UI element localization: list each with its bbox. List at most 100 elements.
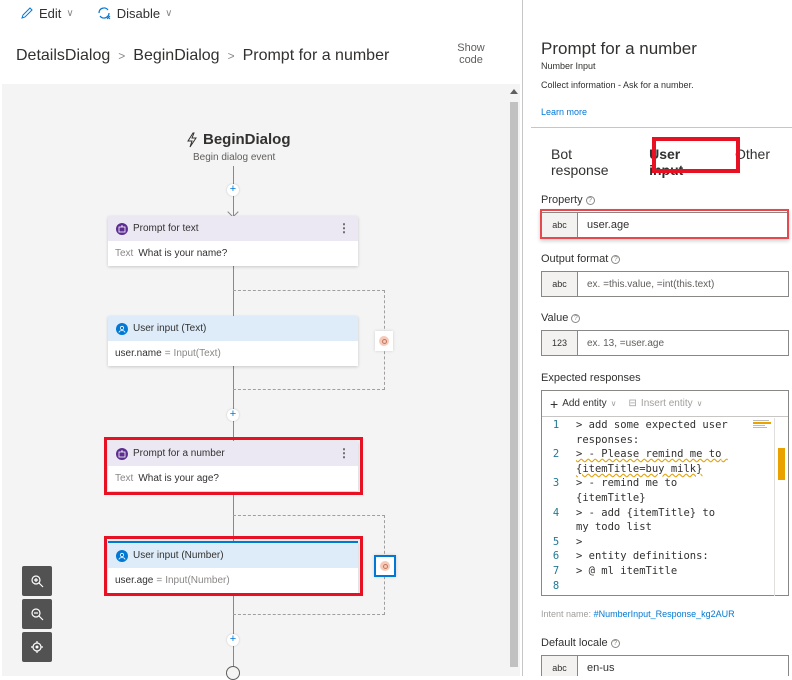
default-locale-label-text: Default locale <box>541 637 608 649</box>
code-line: 1 > add some expected user responses: <box>542 418 772 447</box>
property-panel: Prompt for a number Number Input Collect… <box>523 0 792 676</box>
scrollbar-thumb[interactable] <box>778 448 785 480</box>
value-placeholder[interactable]: ex. 13, =user.age <box>578 331 788 355</box>
disable-label: Disable <box>116 5 161 21</box>
error-icon <box>379 336 389 346</box>
trigger-title[interactable]: BeginDialog <box>185 131 291 148</box>
node-title: Prompt for text <box>133 223 199 234</box>
node-body-value: What is your name? <box>138 248 228 259</box>
breadcrumb-separator: > <box>227 49 235 63</box>
disable-button[interactable]: Disable ∨ <box>96 5 173 21</box>
add-node-button[interactable]: + <box>227 634 239 646</box>
node-header: User input (Text) <box>108 316 358 341</box>
expected-responses-editor[interactable]: + Add entity ∨ ⊟ Insert entity ∨ 1 > add … <box>541 390 789 596</box>
code-line: 5 > <box>542 535 772 550</box>
bot-icon <box>116 222 128 235</box>
highlight-box <box>652 137 740 173</box>
tab-other[interactable]: Other <box>735 146 770 178</box>
line-number: 6 <box>552 550 560 563</box>
output-format-label-text: Output format <box>541 253 609 265</box>
toolbar: Edit ∨ Disable ∨ <box>0 0 522 26</box>
value-label-text: Value <box>541 312 569 324</box>
lightning-icon <box>187 132 197 147</box>
highlight-box <box>104 536 363 596</box>
disable-icon <box>98 7 111 20</box>
breadcrumb-item[interactable]: DetailsDialog <box>16 47 110 65</box>
scroll-up-arrow-icon[interactable] <box>510 89 518 94</box>
property-label-text: Property <box>541 194 583 206</box>
add-node-button[interactable]: + <box>227 409 239 421</box>
line-number: 4 <box>552 506 560 519</box>
node-header: Prompt for text ⋮ <box>108 216 358 241</box>
value-input[interactable]: 123 ex. 13, =user.age <box>541 330 789 356</box>
intent-link[interactable]: #NumberInput_Response_kg2AUR <box>594 609 735 619</box>
error-indicator[interactable] <box>374 555 396 577</box>
intent-name: Intent name: #NumberInput_Response_kg2AU… <box>541 609 735 619</box>
node-title: User input (Text) <box>133 323 207 334</box>
pencil-icon <box>21 7 33 19</box>
line-text: > add some expected user responses: <box>576 419 735 446</box>
line-number: 3 <box>552 477 560 490</box>
plus-icon: + <box>550 395 559 412</box>
insert-entity-button[interactable]: ⊟ Insert entity ∨ <box>629 398 703 409</box>
scrollbar-thumb[interactable] <box>510 102 518 667</box>
learn-more-link[interactable]: Learn more <box>541 107 587 117</box>
edit-button[interactable]: Edit ∨ <box>20 6 74 21</box>
breadcrumb: DetailsDialog > BeginDialog > Prompt for… <box>0 30 522 82</box>
line-text: > @ ml itemTitle <box>576 564 678 577</box>
trigger-subtitle: Begin dialog event <box>193 152 276 163</box>
chevron-down-icon: ∨ <box>165 7 173 19</box>
code-line: 8 <box>542 579 772 594</box>
help-icon[interactable]: ? <box>571 313 581 323</box>
default-locale-input[interactable]: abc en-us <box>541 655 789 676</box>
tab-bot-response[interactable]: Bot response <box>551 146 627 178</box>
code-line: 6 > entity definitions: <box>542 549 772 564</box>
add-entity-button[interactable]: + Add entity ∨ <box>550 396 617 412</box>
node-body: user.name = Input(Text) <box>108 341 358 366</box>
highlight-box <box>540 209 789 239</box>
breadcrumb-item[interactable]: Prompt for a number <box>243 47 390 65</box>
add-node-button[interactable]: + <box>227 184 239 196</box>
editor-scrollbar[interactable] <box>774 418 788 596</box>
zoom-in-icon <box>31 575 44 588</box>
show-code-line1: Show <box>457 42 485 54</box>
default-locale-label: Default locale ? <box>541 637 620 649</box>
line-text: > - remind me to {itemTitle} <box>576 477 684 504</box>
panel-title: Prompt for a number <box>541 39 697 58</box>
code-area[interactable]: 1 > add some expected user responses: 2 > … <box>542 418 772 593</box>
line-text: > entity definitions: <box>576 550 709 563</box>
user-icon <box>116 322 128 335</box>
property-label: Property ? <box>541 194 595 206</box>
line-number: 7 <box>552 564 560 577</box>
help-icon[interactable]: ? <box>610 638 620 648</box>
more-options-icon[interactable]: ⋮ <box>338 221 350 235</box>
show-code-line2: code <box>459 54 483 66</box>
node-prompt-for-text[interactable]: Prompt for text ⋮ Text What is your name… <box>108 216 358 266</box>
fit-view-button[interactable] <box>22 632 52 662</box>
line-text: > - add {itemTitle} to my todo list <box>576 506 722 534</box>
error-icon <box>380 561 390 571</box>
breadcrumb-item[interactable]: BeginDialog <box>133 47 219 65</box>
add-entity-label: Add entity <box>562 398 607 409</box>
show-code-button[interactable]: Show code <box>451 42 491 66</box>
output-format-input[interactable]: abc ex. =this.value, =int(this.text) <box>541 271 789 297</box>
help-icon[interactable]: ? <box>585 195 595 205</box>
line-text <box>568 579 733 594</box>
zoom-out-button[interactable] <box>22 599 52 629</box>
code-line: 7 > @ ml itemTitle <box>542 564 772 579</box>
panel-description: Collect information - Ask for a number. <box>541 80 694 90</box>
output-format-placeholder[interactable]: ex. =this.value, =int(this.text) <box>578 272 788 296</box>
default-locale-value[interactable]: en-us <box>578 656 788 676</box>
divider <box>531 127 792 128</box>
node-user-input-text[interactable]: User input (Text) user.name = Input(Text… <box>108 316 358 366</box>
canvas-scrollbar[interactable] <box>507 84 520 676</box>
node-body-eq: = <box>164 348 171 359</box>
flow-end-icon <box>226 666 240 680</box>
code-minimap[interactable] <box>753 419 773 431</box>
error-indicator[interactable] <box>375 331 393 351</box>
highlight-box <box>104 437 363 495</box>
zoom-in-button[interactable] <box>22 566 52 596</box>
help-icon[interactable]: ? <box>611 254 621 264</box>
line-text: > <box>576 535 583 548</box>
insert-icon: ⊟ <box>628 398 637 409</box>
